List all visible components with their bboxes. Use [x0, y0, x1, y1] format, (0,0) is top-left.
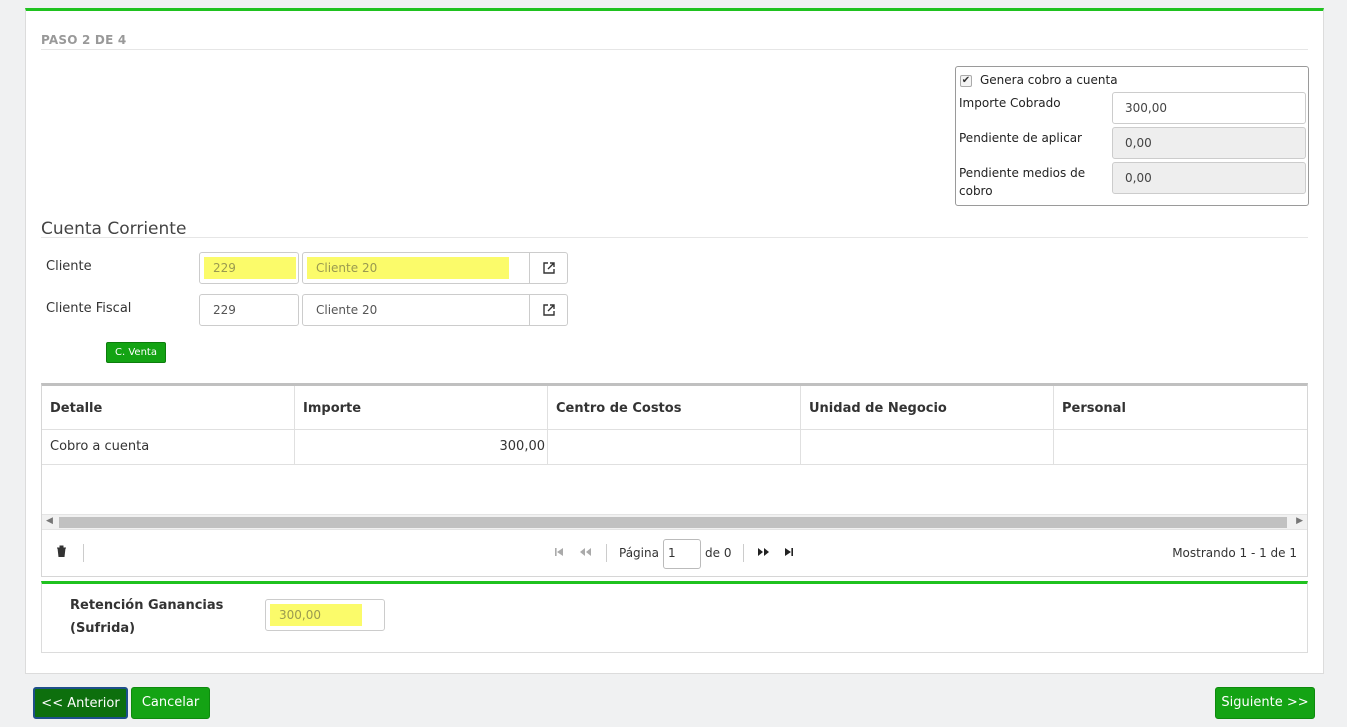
pager: Página 1 de 0 Mostrando 1 - 1 de 1 [42, 531, 1307, 577]
retencion-input[interactable]: 300,00 [265, 599, 385, 631]
table-row[interactable]: Cobro a cuenta 300,00 [42, 430, 1307, 465]
cell-centro-costos[interactable] [548, 430, 801, 464]
cliente-fiscal-label: Cliente Fiscal [46, 301, 132, 316]
scroll-right-icon[interactable]: ▶ [1296, 516, 1303, 526]
last-page-icon[interactable] [784, 546, 794, 560]
cancel-button[interactable]: Cancelar [131, 687, 210, 719]
grid-header: Detalle Importe Centro de Costos Unidad … [42, 386, 1307, 430]
first-page-icon[interactable] [554, 546, 564, 560]
column-header-importe[interactable]: Importe [295, 386, 548, 429]
wizard-panel: PASO 2 DE 4 ✔ Genera cobro a cuenta Impo… [25, 8, 1324, 674]
cliente-name-input[interactable]: Cliente 20 [302, 252, 568, 284]
divider [41, 49, 1308, 50]
external-link-icon[interactable] [529, 253, 567, 283]
page-of-label: de 0 [705, 546, 732, 560]
genera-cobro-label: Genera cobro a cuenta [980, 73, 1118, 87]
genera-cobro-checkbox[interactable]: ✔ [960, 75, 972, 87]
showing-records-text: Mostrando 1 - 1 de 1 [1172, 546, 1297, 560]
column-header-detalle[interactable]: Detalle [42, 386, 295, 429]
detail-grid: Detalle Importe Centro de Costos Unidad … [41, 383, 1308, 577]
pendiente-aplicar-label: Pendiente de aplicar [959, 131, 1082, 145]
horizontal-scrollbar[interactable]: ◀ ▶ [42, 514, 1307, 530]
retencion-label: Retención Ganancias (Sufrida) [70, 598, 224, 636]
scrollbar-thumb[interactable] [59, 517, 1287, 528]
divider [83, 544, 84, 562]
cliente-label: Cliente [46, 259, 92, 274]
cliente-fiscal-name-input[interactable]: Cliente 20 [302, 294, 568, 326]
cliente-code-input[interactable]: 229 [199, 252, 299, 284]
divider [743, 544, 744, 562]
divider [606, 544, 607, 562]
cuenta-corriente-title: Cuenta Corriente [41, 219, 187, 239]
next-button[interactable]: Siguiente >> [1215, 687, 1315, 719]
prev-page-icon[interactable] [579, 546, 592, 560]
pendiente-aplicar-input: 0,00 [1112, 127, 1306, 159]
cobro-box: ✔ Genera cobro a cuenta Importe Cobrado … [955, 66, 1309, 206]
c-venta-button[interactable]: C. Venta [106, 342, 166, 363]
retencion-box: Retención Ganancias (Sufrida) 300,00 [41, 581, 1308, 653]
column-header-centro-costos[interactable]: Centro de Costos [548, 386, 801, 429]
page-number-input[interactable]: 1 [663, 539, 701, 569]
previous-button[interactable]: << Anterior [33, 687, 128, 719]
importe-cobrado-input[interactable]: 300,00 [1112, 92, 1306, 124]
pendiente-medios-label: Pendiente medios de cobro [959, 166, 1086, 198]
cell-unidad-negocio[interactable] [801, 430, 1054, 464]
next-page-icon[interactable] [757, 546, 770, 560]
cell-detalle[interactable]: Cobro a cuenta [42, 430, 295, 464]
cell-personal[interactable] [1054, 430, 1307, 464]
cell-importe[interactable]: 300,00 [295, 430, 548, 464]
trash-icon[interactable] [56, 545, 67, 560]
scroll-left-icon[interactable]: ◀ [46, 516, 53, 526]
column-header-unidad-negocio[interactable]: Unidad de Negocio [801, 386, 1054, 429]
pendiente-medios-input: 0,00 [1112, 162, 1306, 194]
external-link-icon[interactable] [529, 295, 567, 325]
cliente-fiscal-code-input[interactable]: 229 [199, 294, 299, 326]
column-header-personal[interactable]: Personal [1054, 386, 1307, 429]
page-label: Página [619, 546, 659, 560]
importe-cobrado-label: Importe Cobrado [959, 96, 1061, 110]
divider [41, 237, 1308, 238]
step-title: PASO 2 DE 4 [41, 33, 127, 47]
